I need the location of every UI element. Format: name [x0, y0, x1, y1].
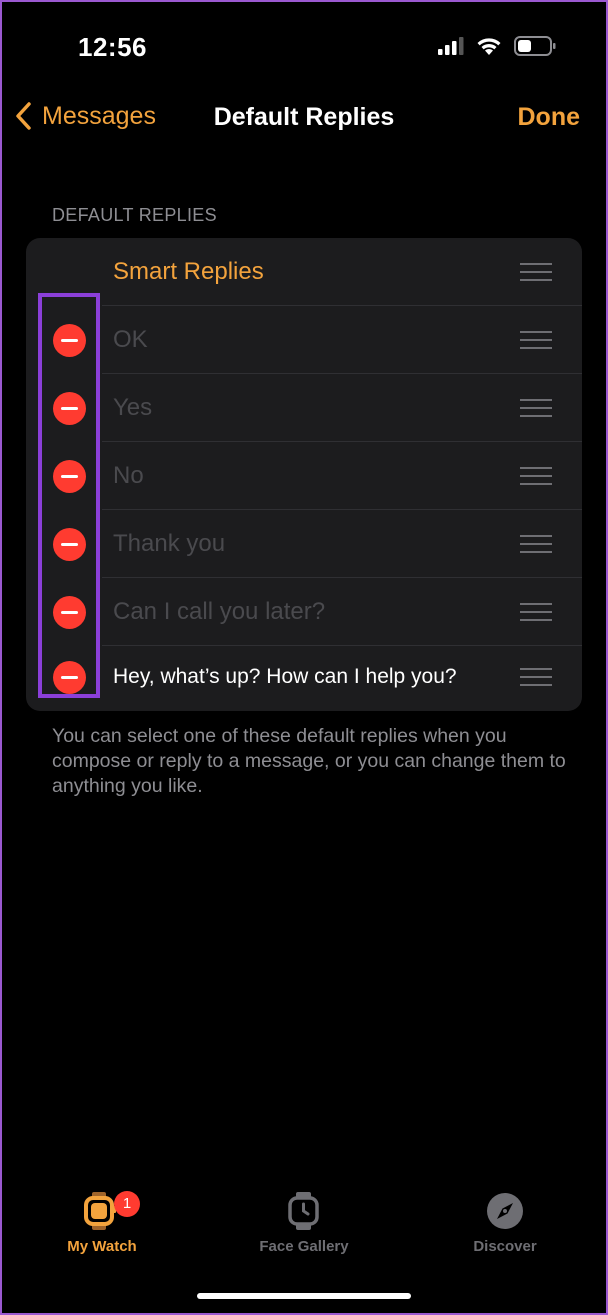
compass-icon: [487, 1193, 523, 1229]
reply-row[interactable]: Can I call you later?: [26, 578, 582, 646]
reply-row[interactable]: No: [26, 442, 582, 510]
reorder-handle-icon[interactable]: [520, 467, 552, 485]
reply-row[interactable]: Hey, what’s up? How can I help you?: [26, 643, 582, 711]
navigation-bar: Messages Default Replies Done: [0, 95, 608, 143]
reply-row[interactable]: OK: [26, 306, 582, 374]
reorder-handle-icon[interactable]: [520, 399, 552, 417]
reply-text: Yes: [113, 394, 153, 421]
reply-text: Hey, what’s up? How can I help you?: [113, 665, 457, 688]
reorder-handle-icon[interactable]: [520, 331, 552, 349]
smart-replies-label: Smart Replies: [113, 258, 264, 285]
home-indicator[interactable]: [197, 1293, 411, 1299]
tab-bar: 1 My Watch Face Gallery Discover: [0, 1190, 608, 1270]
reply-text: OK: [113, 326, 148, 353]
wifi-icon: [477, 37, 501, 55]
reply-text: No: [113, 462, 144, 489]
tab-label: My Watch: [67, 1238, 137, 1255]
delete-buttons-highlight: [38, 293, 100, 698]
watch-face-icon: [288, 1192, 319, 1230]
cellular-signal-icon: [438, 37, 464, 55]
footer-note: You can select one of these default repl…: [52, 725, 566, 797]
battery-icon: [514, 36, 556, 56]
reply-row[interactable]: Yes: [26, 374, 582, 442]
reorder-handle-icon[interactable]: [520, 263, 552, 281]
notification-badge: 1: [114, 1191, 140, 1217]
reorder-handle-icon[interactable]: [520, 603, 552, 621]
status-time: 12:56: [78, 32, 147, 62]
reorder-handle-icon[interactable]: [520, 535, 552, 553]
tab-face-gallery[interactable]: Face Gallery: [224, 1190, 384, 1255]
reply-row[interactable]: Thank you: [26, 510, 582, 578]
section-header: DEFAULT REPLIES: [52, 205, 217, 225]
reply-text: Can I call you later?: [113, 598, 326, 625]
tab-label: Discover: [473, 1238, 537, 1255]
reorder-handle-icon[interactable]: [520, 668, 552, 686]
tab-discover[interactable]: Discover: [425, 1190, 585, 1255]
smart-replies-row[interactable]: Smart Replies: [26, 238, 582, 306]
tab-label: Face Gallery: [259, 1238, 349, 1255]
replies-list: Smart Replies OK Yes No Thank you Can I …: [26, 238, 582, 711]
done-button[interactable]: Done: [518, 103, 581, 132]
reply-text: Thank you: [113, 530, 226, 557]
tab-my-watch[interactable]: 1 My Watch: [22, 1190, 182, 1255]
status-icons: [438, 36, 556, 56]
